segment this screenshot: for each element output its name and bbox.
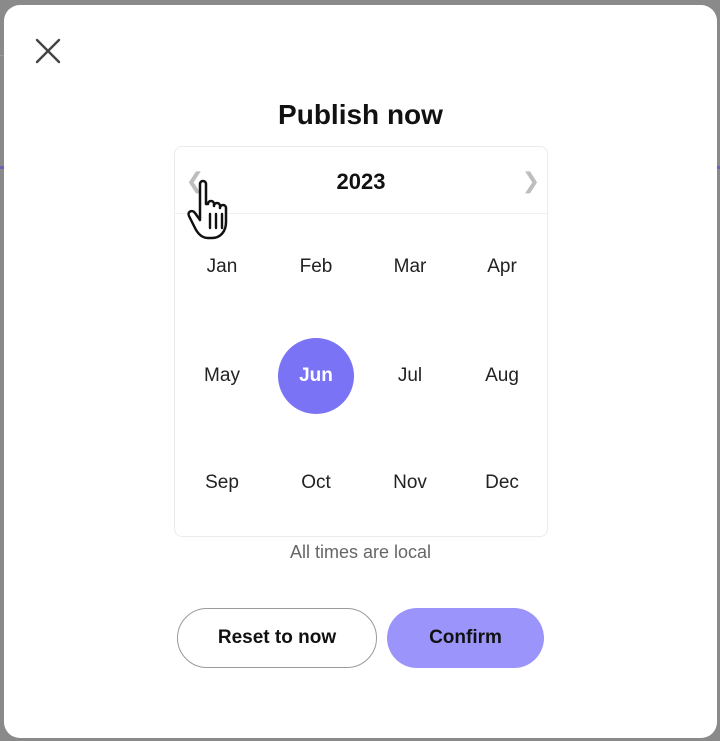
timezone-note: All times are local (289, 542, 432, 562)
month-nov[interactable]: Nov (372, 445, 448, 521)
month-grid: Jan Feb Mar Apr May Jun Jul Aug Sep Oct Nov Dec (175, 213, 547, 533)
month-mar[interactable]: Mar (372, 229, 448, 305)
month-jun[interactable]: Jun (278, 338, 354, 414)
reset-to-now-button[interactable]: Reset to now (177, 608, 377, 668)
close-button[interactable] (32, 35, 64, 67)
month-may[interactable]: May (184, 338, 260, 414)
month-feb[interactable]: Feb (278, 229, 354, 305)
month-oct[interactable]: Oct (278, 445, 354, 521)
month-apr[interactable]: Apr (464, 229, 540, 305)
next-year-button[interactable]: ❯ (519, 169, 543, 193)
month-jul[interactable]: Jul (372, 338, 448, 414)
confirm-button[interactable]: Confirm (387, 608, 544, 668)
hand-pointer-icon (187, 179, 228, 240)
month-sep[interactable]: Sep (184, 445, 260, 521)
close-icon (35, 38, 61, 64)
month-aug[interactable]: Aug (464, 338, 540, 414)
publish-modal: Publish now ❮ 2023 ❯ Jan Feb Mar Apr May Jun J… (4, 5, 717, 738)
modal-title: Publish now (278, 99, 443, 130)
chevron-right-icon: ❯ (521, 168, 541, 193)
month-dec[interactable]: Dec (464, 445, 540, 521)
